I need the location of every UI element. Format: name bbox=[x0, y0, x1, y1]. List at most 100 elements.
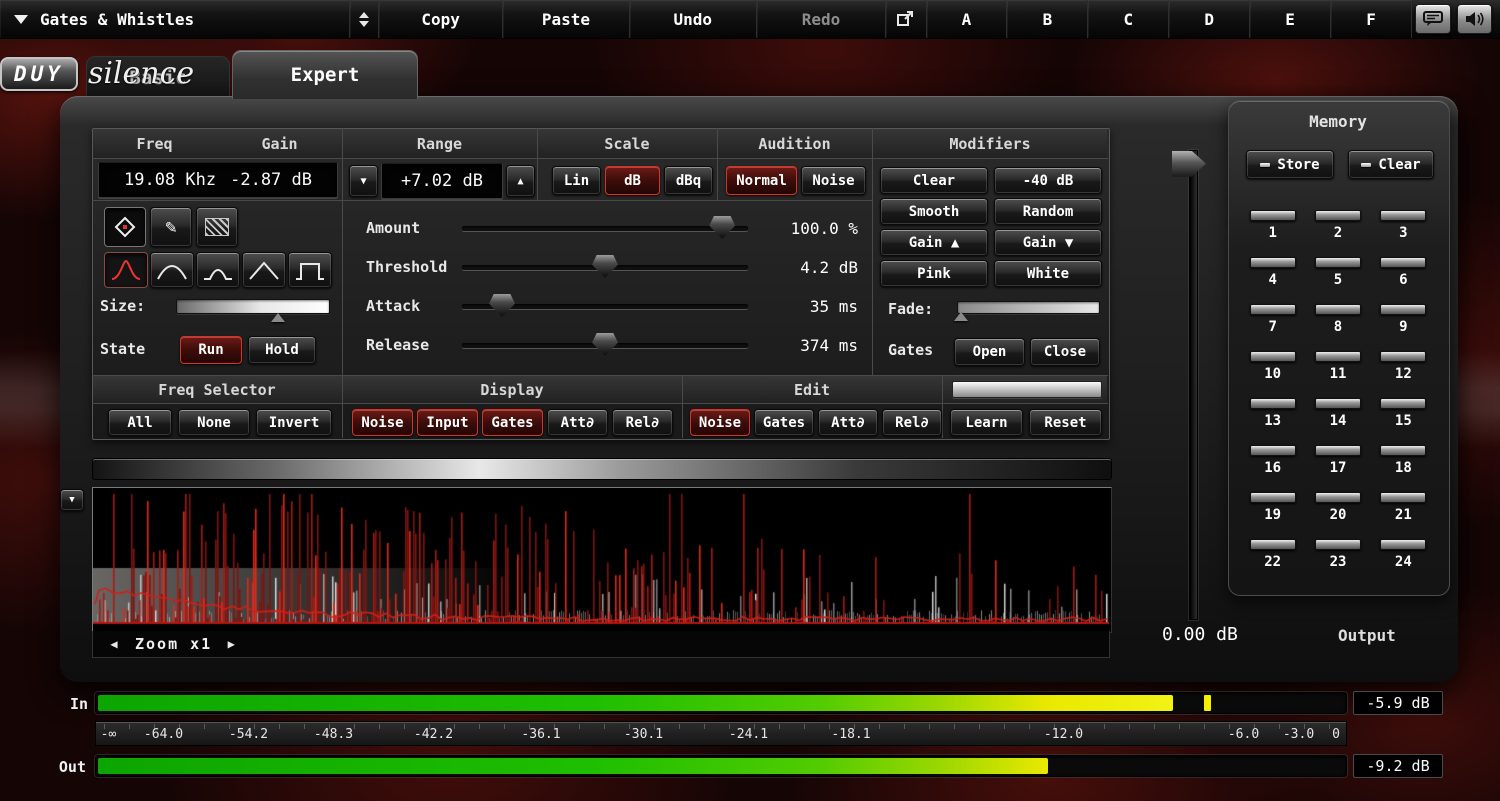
modifier-pink-button[interactable]: Pink bbox=[880, 260, 988, 287]
spectrum-canvas[interactable] bbox=[93, 488, 1109, 630]
memory-slot-24[interactable]: 24 bbox=[1377, 533, 1430, 580]
release-slider[interactable] bbox=[462, 332, 748, 358]
modifier-gain-up-button[interactable]: Gain ▲ bbox=[880, 229, 988, 256]
display-rel-button[interactable]: Rel∂ bbox=[612, 409, 673, 436]
vertical-slider-handle[interactable] bbox=[1172, 151, 1206, 177]
modifier-gain-down-button[interactable]: Gain ▼ bbox=[994, 229, 1102, 256]
freq-all-button[interactable]: All bbox=[108, 409, 172, 436]
range-up-button[interactable]: ▲ bbox=[506, 165, 535, 197]
paste-button[interactable]: Paste bbox=[503, 0, 629, 38]
zoom-out-button[interactable]: ◀ bbox=[103, 637, 127, 651]
amount-slider-knob[interactable] bbox=[709, 216, 735, 239]
memory-slot-10[interactable]: 10 bbox=[1246, 345, 1299, 392]
memory-slot-button[interactable] bbox=[1315, 257, 1361, 268]
freq-invert-button[interactable]: Invert bbox=[256, 409, 332, 436]
gates-close-button[interactable]: Close bbox=[1030, 338, 1100, 366]
hold-button[interactable]: Hold bbox=[248, 336, 316, 364]
memory-slot-13[interactable]: 13 bbox=[1246, 392, 1299, 439]
spinner-down-icon[interactable] bbox=[359, 21, 369, 27]
display-att-button[interactable]: Att∂ bbox=[547, 409, 608, 436]
node-tool-button[interactable] bbox=[104, 207, 146, 247]
size-slider-marker[interactable] bbox=[271, 313, 285, 322]
memory-slot-17[interactable]: 17 bbox=[1311, 439, 1364, 486]
vertical-slider[interactable] bbox=[1172, 146, 1208, 620]
curve-triangle-button[interactable] bbox=[242, 252, 286, 288]
memory-slot-12[interactable]: 12 bbox=[1377, 345, 1430, 392]
memory-slot-button[interactable] bbox=[1250, 398, 1296, 409]
edit-rel-button[interactable]: Rel∂ bbox=[882, 409, 942, 436]
memory-slot-2[interactable]: 2 bbox=[1311, 204, 1364, 251]
slot-e-button[interactable]: E bbox=[1250, 0, 1331, 38]
memory-slot-button[interactable] bbox=[1250, 210, 1296, 221]
slot-c-button[interactable]: C bbox=[1088, 0, 1169, 38]
spectrum-display[interactable] bbox=[92, 487, 1112, 633]
slot-a-button[interactable]: A bbox=[927, 0, 1008, 38]
copy-to-slot-button[interactable] bbox=[886, 0, 926, 38]
memory-slot-button[interactable] bbox=[1315, 492, 1361, 503]
curve-bell-button[interactable] bbox=[150, 252, 194, 288]
amount-slider-track[interactable] bbox=[462, 226, 748, 231]
memory-slot-4[interactable]: 4 bbox=[1246, 251, 1299, 298]
memory-slot-button[interactable] bbox=[1380, 445, 1426, 456]
memory-slot-button[interactable] bbox=[1250, 539, 1296, 550]
memory-slot-16[interactable]: 16 bbox=[1246, 439, 1299, 486]
memory-slot-18[interactable]: 18 bbox=[1377, 439, 1430, 486]
curve-peak-button[interactable] bbox=[104, 252, 148, 288]
run-button[interactable]: Run bbox=[180, 336, 242, 364]
memory-clear-button[interactable]: Clear bbox=[1348, 150, 1434, 179]
scale-lin-button[interactable]: Lin bbox=[552, 166, 601, 195]
modifier-minus40-button[interactable]: -40 dB bbox=[994, 167, 1102, 194]
scale-db-button[interactable]: dB bbox=[605, 166, 660, 195]
memory-slot-button[interactable] bbox=[1380, 539, 1426, 550]
memory-slot-button[interactable] bbox=[1315, 398, 1361, 409]
hatch-tool-button[interactable] bbox=[196, 207, 238, 247]
overview-scrollbar[interactable] bbox=[92, 458, 1112, 480]
memory-store-button[interactable]: Store bbox=[1246, 150, 1334, 179]
memory-slot-button[interactable] bbox=[1380, 351, 1426, 362]
memory-slot-button[interactable] bbox=[1315, 445, 1361, 456]
release-slider-knob[interactable] bbox=[592, 333, 618, 356]
display-input-button[interactable]: Input bbox=[417, 409, 478, 436]
slot-d-button[interactable]: D bbox=[1169, 0, 1250, 38]
memory-slot-button[interactable] bbox=[1315, 351, 1361, 362]
modifier-white-button[interactable]: White bbox=[994, 260, 1102, 287]
memory-slot-button[interactable] bbox=[1315, 210, 1361, 221]
modifier-smooth-button[interactable]: Smooth bbox=[880, 198, 988, 225]
tooltips-button[interactable] bbox=[1415, 4, 1451, 34]
redo-button[interactable]: Redo bbox=[757, 0, 886, 38]
edit-gates-button[interactable]: Gates bbox=[754, 409, 814, 436]
memory-slot-21[interactable]: 21 bbox=[1377, 486, 1430, 533]
spinner-up-icon[interactable] bbox=[359, 12, 369, 18]
undo-button[interactable]: Undo bbox=[630, 0, 757, 38]
copy-button[interactable]: Copy bbox=[379, 0, 503, 38]
preset-selector[interactable]: Gates & Whistles bbox=[0, 0, 350, 38]
modifier-clear-button[interactable]: Clear bbox=[880, 167, 988, 194]
memory-slot-1[interactable]: 1 bbox=[1246, 204, 1299, 251]
attack-slider[interactable] bbox=[462, 293, 748, 319]
learn-button[interactable]: Learn bbox=[950, 409, 1023, 436]
display-gates-button[interactable]: Gates bbox=[482, 409, 543, 436]
memory-slot-22[interactable]: 22 bbox=[1246, 533, 1299, 580]
preset-spinner[interactable] bbox=[350, 0, 379, 38]
memory-slot-3[interactable]: 3 bbox=[1377, 204, 1430, 251]
reset-button[interactable]: Reset bbox=[1029, 409, 1102, 436]
memory-slot-9[interactable]: 9 bbox=[1377, 298, 1430, 345]
size-slider-track[interactable] bbox=[176, 299, 330, 314]
display-collapse-button[interactable]: ▼ bbox=[60, 489, 84, 511]
memory-slot-7[interactable]: 7 bbox=[1246, 298, 1299, 345]
memory-slot-button[interactable] bbox=[1380, 304, 1426, 315]
freq-none-button[interactable]: None bbox=[178, 409, 250, 436]
memory-slot-button[interactable] bbox=[1315, 539, 1361, 550]
memory-slot-15[interactable]: 15 bbox=[1377, 392, 1430, 439]
zoom-in-button[interactable]: ▶ bbox=[220, 637, 244, 651]
modifier-random-button[interactable]: Random bbox=[994, 198, 1102, 225]
memory-slot-button[interactable] bbox=[1250, 257, 1296, 268]
edit-att-button[interactable]: Att∂ bbox=[818, 409, 878, 436]
memory-slot-button[interactable] bbox=[1380, 210, 1426, 221]
curve-bump-button[interactable] bbox=[196, 252, 240, 288]
memory-slot-button[interactable] bbox=[1315, 304, 1361, 315]
scale-dbq-button[interactable]: dBq bbox=[664, 166, 713, 195]
tab-expert[interactable]: Expert bbox=[232, 50, 418, 99]
memory-slot-button[interactable] bbox=[1380, 398, 1426, 409]
fade-slider-marker[interactable] bbox=[954, 312, 968, 321]
